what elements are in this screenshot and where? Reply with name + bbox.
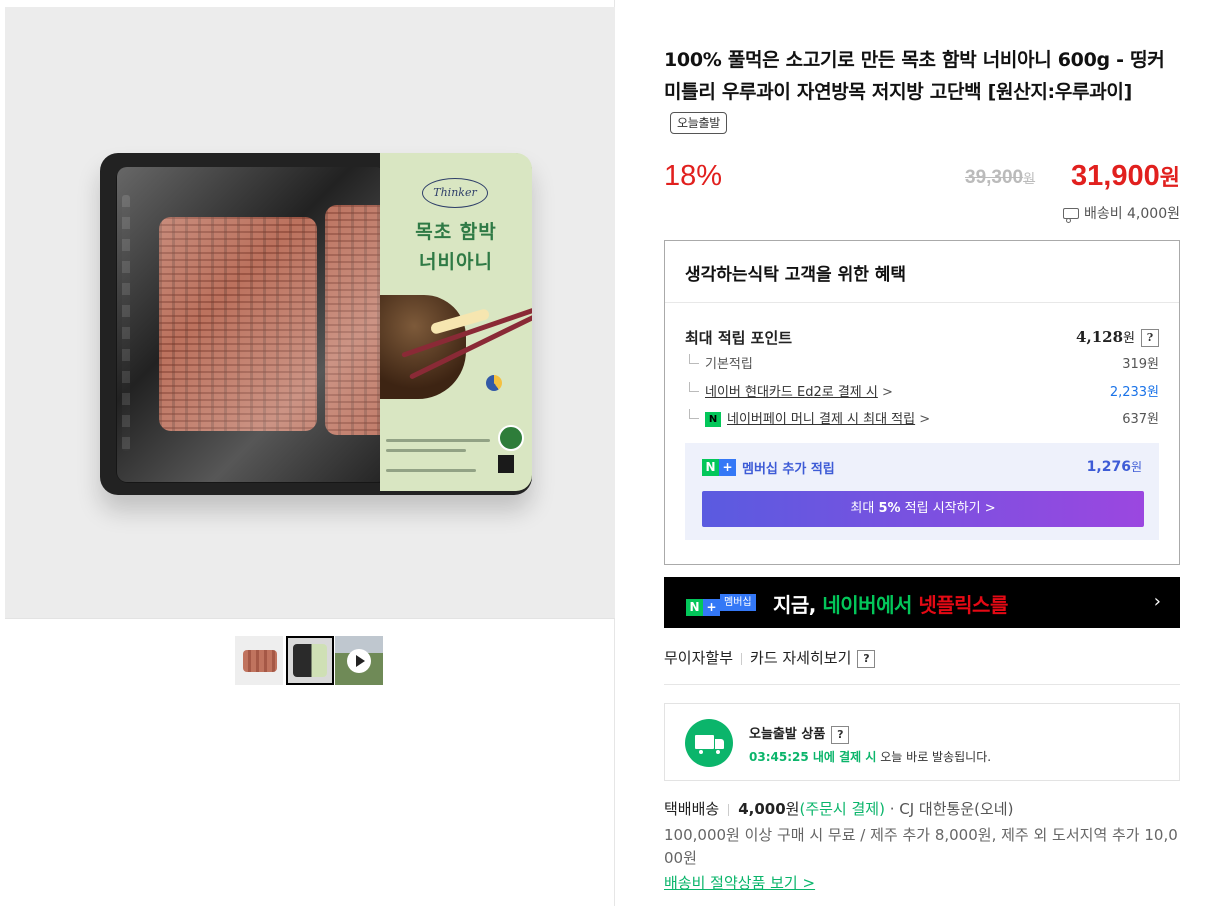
uruguay-beef-badge-icon: [486, 375, 502, 391]
base-points-value: 319원: [1122, 357, 1159, 372]
membership-box: N + 멤버십 추가 적립 1,276원 최대 5% 적립 시작하기 >: [685, 443, 1159, 540]
delivery-method: 택배배송: [664, 800, 720, 818]
np-n-glyph: N: [702, 459, 719, 476]
brand-logo: Thinker: [422, 178, 488, 208]
play-icon: [347, 649, 371, 673]
card-points-value: 2,233원: [1109, 385, 1159, 400]
fast-delivery-truck-icon: [685, 719, 733, 767]
today-shipping-tag: 오늘출발: [670, 111, 727, 134]
original-price: 39,300원: [965, 167, 1035, 189]
divider: [728, 803, 730, 816]
membership-value-unit: 원: [1130, 460, 1142, 474]
promo-text-prefix: 지금,: [773, 593, 816, 617]
today-shipping-title: 오늘출발 상품?: [749, 723, 850, 744]
benefits-heading: 생각하는식탁 고객을 위한 혜택: [665, 241, 1179, 303]
np-plus-glyph: +: [719, 459, 736, 476]
saving-products-link[interactable]: 배송비 절약상품 보기 >: [664, 872, 815, 893]
divider: [741, 652, 743, 665]
help-icon[interactable]: ?: [857, 649, 876, 668]
original-price-value: 39,300: [965, 167, 1024, 188]
card-points-link[interactable]: 네이버 현대카드 Ed2로 결제 시: [705, 385, 878, 400]
truck-icon: [1062, 208, 1079, 223]
interest-free-label: 무이자할부: [664, 649, 734, 667]
today-shipping-deadline: 03:45:25 내에 결제 시 오늘 바로 발송됩니다.: [749, 748, 991, 765]
np-plus-glyph: +: [703, 599, 720, 616]
naver-plus-icon: N +: [686, 596, 720, 616]
base-points-row: 기본적립 319원: [685, 353, 1159, 372]
delivery-price: 4,000: [738, 800, 786, 818]
naver-plus-membership-badge: N + 멤버십: [686, 594, 756, 616]
membership-button-prefix: 최대: [850, 501, 875, 516]
naverpay-icon: N: [705, 412, 721, 427]
help-icon[interactable]: ?: [1141, 329, 1159, 347]
membership-label: N + 멤버십 추가 적립: [702, 458, 835, 477]
thumbnail-video[interactable]: [335, 636, 383, 685]
membership-value: 1,276원: [1087, 458, 1142, 475]
promo-text-netflix: 넷플릭스를: [918, 593, 1008, 617]
card-detail-link[interactable]: 카드 자세히보기: [750, 649, 851, 667]
max-points-row: 최대 적립 포인트 4,128원?: [685, 327, 1159, 348]
original-price-unit: 원: [1023, 171, 1036, 186]
membership-label-text: 멤버십 추가 적립: [742, 462, 835, 477]
certification-mark-icon: [498, 455, 514, 473]
help-icon[interactable]: ?: [831, 725, 850, 744]
promo-text: 지금, 네이버에서 넷플릭스를: [773, 589, 1008, 618]
label-fine-print: [386, 449, 466, 452]
sale-price-value: 31,900: [1071, 160, 1160, 192]
base-points-label: 기본적립: [705, 357, 753, 372]
plastic-film-illustration: [117, 167, 387, 482]
benefits-box: 생각하는식탁 고객을 위한 혜택 최대 적립 포인트 4,128원? 기본적립 …: [664, 240, 1180, 565]
package-title: 목초 함박: [415, 221, 497, 243]
npay-points-row[interactable]: N 네이버페이 머니 결제 시 최대 적립 > 637원: [685, 408, 1159, 427]
max-points-value: 4,128원?: [1076, 327, 1159, 347]
max-points-label: 최대 적립 포인트: [685, 329, 793, 347]
label-fine-print: [386, 439, 490, 442]
today-shipping-box: 오늘출발 상품? 03:45:25 내에 결제 시 오늘 바로 발송됩니다.: [664, 703, 1180, 781]
main-product-image[interactable]: Thinker 목초 함박 너비아니: [5, 7, 615, 619]
label-fine-print: [386, 469, 476, 472]
today-shipping-title-text: 오늘출발 상품: [749, 727, 826, 742]
card-points-row[interactable]: 네이버 현대카드 Ed2로 결제 시 > 2,233원: [685, 381, 1159, 400]
delivery-payment-note: (주문시 결제): [799, 800, 885, 818]
product-title: 100% 풀먹은 소고기로 만든 목초 함박 너비아니 600g - 띵커미틀리…: [664, 44, 1180, 140]
npay-points-link[interactable]: 네이버페이 머니 결제 시 최대 적립: [727, 412, 915, 427]
netflix-promo-banner[interactable]: N + 멤버십 지금, 네이버에서 넷플릭스를 ›: [664, 577, 1180, 628]
delivery-info: 100,000원 이상 구매 시 무료 / 제주 추가 8,000원, 제주 외…: [664, 826, 1178, 867]
discount-rate: 18%: [664, 160, 723, 192]
shipping-fee: 배송비 4,000원: [1062, 203, 1180, 223]
np-n-glyph: N: [686, 599, 703, 616]
membership-start-button[interactable]: 최대 5% 적립 시작하기 >: [702, 491, 1144, 527]
product-gallery: Thinker 목초 함박 너비아니: [0, 0, 615, 906]
chevron-right-icon: >: [919, 412, 931, 427]
today-shipping-note: 오늘 바로 발송됩니다.: [880, 750, 992, 764]
package-subtitle: 너비아니: [419, 251, 493, 273]
certification-badge-icon: [498, 425, 524, 451]
sale-price-unit: 원: [1159, 165, 1180, 190]
membership-button-rate: 5%: [878, 501, 901, 516]
delivery-carrier: · CJ 대한통운(오네): [889, 800, 1014, 818]
delivery-row: 택배배송 4,000원(주문시 결제) · CJ 대한통운(오네): [664, 798, 1013, 819]
thumbnail-1[interactable]: [235, 636, 283, 685]
installment-row: 무이자할부 카드 자세히보기?: [664, 647, 876, 668]
countdown-timer: 03:45:25 내에 결제 시: [749, 750, 877, 764]
membership-value-number: 1,276: [1086, 459, 1131, 475]
max-points-number: 4,128: [1076, 328, 1124, 346]
delivery-price-unit: 원: [785, 800, 800, 818]
chevron-right-icon: >: [881, 385, 893, 400]
membership-button-suffix: 적립 시작하기 >: [904, 501, 996, 516]
package-label: Thinker 목초 함박 너비아니: [380, 153, 532, 491]
sale-price: 31,900원: [1071, 160, 1180, 193]
thumbnail-2-selected[interactable]: [286, 636, 334, 685]
chevron-right-icon: ›: [1153, 591, 1161, 612]
max-points-unit: 원: [1123, 331, 1135, 346]
promo-text-naver: 네이버에서: [822, 593, 912, 617]
section-divider: [664, 684, 1180, 685]
membership-badge-text: 멤버십: [720, 594, 756, 611]
product-title-text: 100% 풀먹은 소고기로 만든 목초 함박 너비아니 600g - 띵커미틀리…: [664, 49, 1165, 103]
shipping-fee-text: 배송비 4,000원: [1083, 206, 1180, 222]
naver-plus-membership-icon: N +: [702, 459, 736, 476]
npay-points-value: 637원: [1122, 412, 1159, 427]
